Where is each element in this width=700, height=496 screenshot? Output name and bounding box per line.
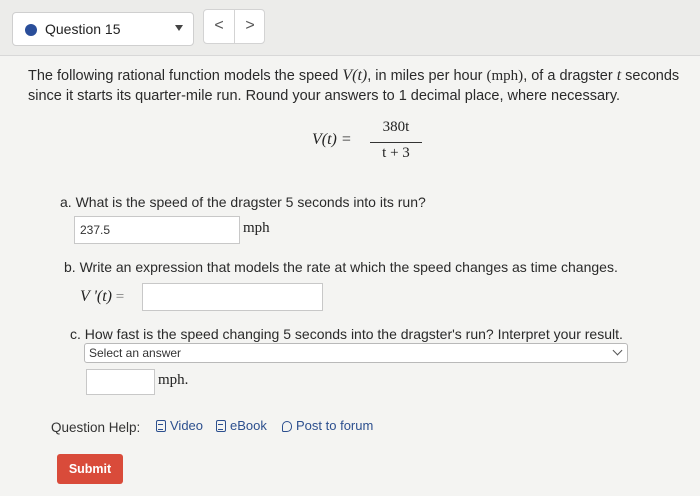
prompt-text: , in miles per hour [367, 68, 487, 84]
prompt-unit: (mph) [486, 68, 524, 84]
part-a-unit: mph [243, 220, 270, 236]
part-b-question: b. Write an expression that models the r… [64, 259, 618, 275]
fraction-bar [370, 142, 422, 143]
question-help-label: Question Help: [51, 420, 141, 435]
formula-numerator: 380t [382, 119, 410, 135]
dropdown-selected: Select an answer [89, 346, 182, 360]
question-selector[interactable]: Question 15 [12, 12, 194, 46]
chevron-down-icon [612, 345, 623, 356]
formula-denominator: t + 3 [382, 145, 410, 161]
caret-down-icon [175, 25, 183, 31]
part-c-answer-field[interactable] [86, 369, 155, 395]
forum-link-text: Post to forum [296, 418, 374, 433]
part-c-unit: mph. [158, 372, 189, 388]
ebook-icon [216, 420, 226, 432]
part-b-answer-field[interactable] [142, 283, 323, 311]
ebook-link[interactable]: eBook [216, 418, 267, 433]
next-question-button[interactable]: > [235, 10, 265, 43]
video-link[interactable]: Video [156, 418, 203, 433]
question-nav: < > [203, 9, 265, 44]
prompt-text: The following rational function models t… [28, 68, 343, 84]
formula-lhs: V(t) = [312, 131, 352, 148]
part-c-question: c. How fast is the speed changing 5 seco… [70, 326, 623, 342]
part-a-question: a. What is the speed of the dragster 5 s… [60, 194, 426, 210]
post-to-forum-link[interactable]: Post to forum [282, 418, 373, 433]
ebook-link-text: eBook [230, 418, 267, 433]
equals-sign: = [115, 289, 125, 305]
part-c-answer-select[interactable]: Select an answer [84, 343, 628, 363]
submit-button[interactable]: Submit [57, 454, 123, 484]
part-b-label: V '(t) = [80, 288, 124, 306]
status-dot-icon [25, 24, 37, 36]
chat-bubble-icon [282, 421, 292, 432]
previous-question-button[interactable]: < [204, 10, 235, 43]
video-link-text: Video [170, 418, 204, 433]
question-selector-label: Question 15 [45, 21, 121, 37]
video-icon [156, 420, 166, 432]
vprime-label: V '(t) [80, 288, 113, 305]
header-divider [0, 55, 700, 56]
part-a-answer-field[interactable]: 237.5 [74, 216, 240, 244]
prompt-text: , of a dragster [523, 68, 617, 84]
prompt-function: V(t) [342, 67, 368, 84]
question-prompt: The following rational function models t… [28, 66, 688, 106]
